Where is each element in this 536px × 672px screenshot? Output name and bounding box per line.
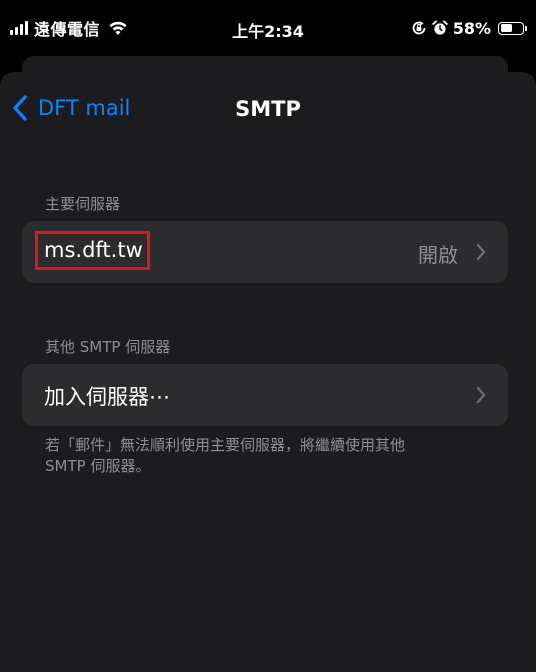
alarm-icon (432, 20, 448, 35)
primary-server-status: 開啟 (418, 243, 458, 267)
battery-percent: 58% (452, 18, 491, 38)
status-bar-right: 58% (411, 17, 527, 39)
battery-fill (500, 24, 513, 32)
add-server-row[interactable]: 加入伺服器⋯ (22, 364, 508, 426)
other-servers-footer-note: 若「郵件」無法順利使用主要伺服器，將繼續使用其他 SMTP 伺服器。 (45, 435, 495, 477)
orientation-lock-icon (412, 21, 426, 35)
status-bar: 遠傳電信 上午2:34 58% (0, 0, 536, 58)
chevron-right-icon (476, 243, 486, 261)
navigation-bar: DFT mail SMTP (0, 72, 536, 150)
page-title: SMTP (235, 97, 301, 121)
footer-note-line-2: SMTP 伺服器。 (45, 457, 151, 475)
footer-note-line-1: 若「郵件」無法順利使用主要伺服器，將繼續使用其他 (45, 436, 406, 454)
primary-server-row[interactable]: ms.dft.tw 開啟 (22, 221, 508, 283)
other-servers-header: 其他 SMTP 伺服器 (45, 338, 171, 356)
add-server-label: 加入伺服器⋯ (44, 385, 170, 409)
primary-server-name: ms.dft.tw (44, 238, 143, 262)
chevron-right-icon (476, 386, 486, 404)
primary-server-header: 主要伺服器 (45, 195, 121, 213)
battery-icon (498, 21, 527, 35)
